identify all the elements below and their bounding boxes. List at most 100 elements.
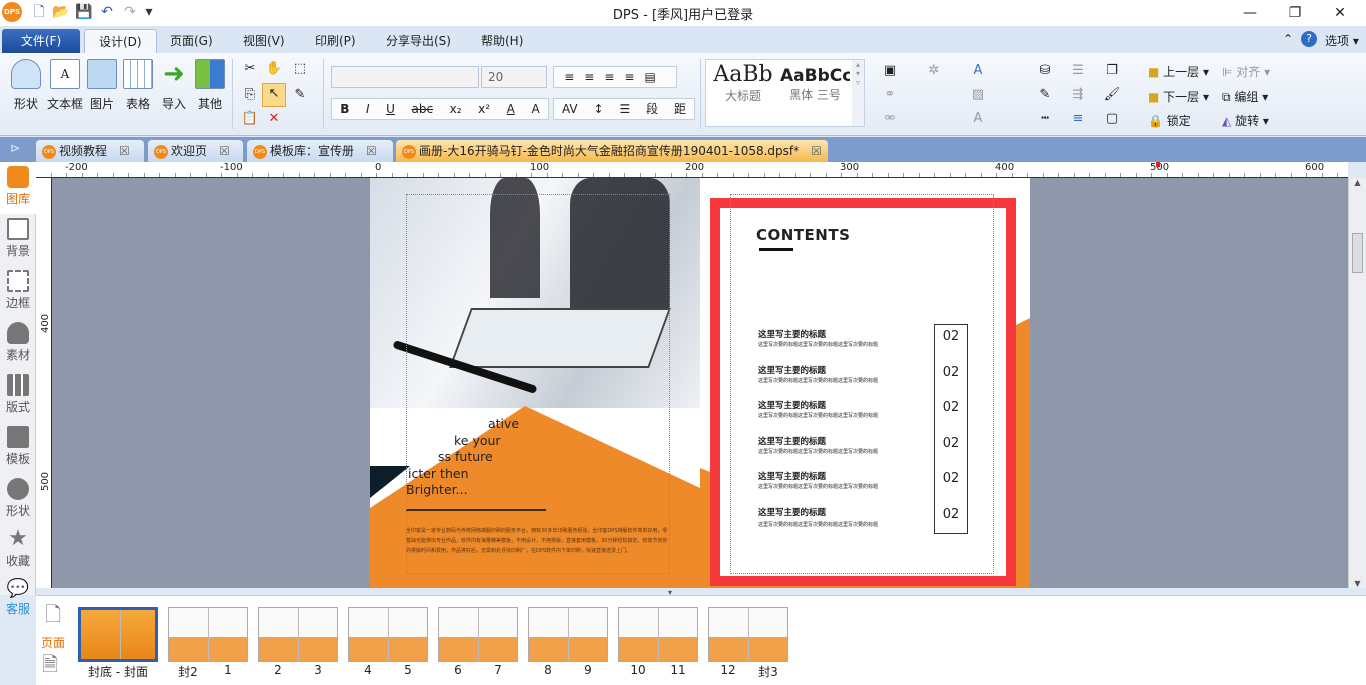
- minimize-button[interactable]: —: [1230, 2, 1270, 24]
- table-button[interactable]: 表格: [118, 59, 158, 112]
- line-dash-icon[interactable]: ┅: [1035, 109, 1055, 129]
- corner-icon[interactable]: ▢: [1102, 109, 1122, 129]
- sidebar-item-support[interactable]: 💬 客服: [0, 578, 36, 630]
- line-weight-icon[interactable]: ≡: [1068, 109, 1088, 129]
- copy-icon[interactable]: ⎘: [240, 85, 260, 105]
- line-spacing-icon[interactable]: ↕: [593, 99, 603, 119]
- shape-button[interactable]: 形状: [6, 59, 46, 112]
- sidebar-item-material[interactable]: 素材: [0, 318, 36, 370]
- style-heiti[interactable]: AaBbCc 黑体 三号: [780, 62, 850, 103]
- arrow-style-icon[interactable]: ⇶: [1068, 85, 1088, 105]
- paragraph-button[interactable]: 段: [646, 99, 658, 119]
- rotate-button[interactable]: ◭ 旋转 ▾: [1222, 112, 1269, 129]
- magic-wand-icon[interactable]: ✎: [290, 85, 310, 105]
- group-button[interactable]: ⧉ 编组 ▾: [1222, 88, 1268, 105]
- strikethrough-button[interactable]: abc: [412, 99, 434, 119]
- sidebar-item-background[interactable]: 背景: [0, 214, 36, 266]
- right-page[interactable]: CONTENTS 这里写主要的标题 这里写次要的标题这里写次要的标题这里写次要的…: [700, 178, 1030, 588]
- sidebar-item-gallery[interactable]: 图库: [0, 162, 36, 214]
- paste-icon[interactable]: 📋: [240, 109, 260, 129]
- pages-tab[interactable]: 🗋 页面: [38, 600, 68, 651]
- font-name-select[interactable]: [331, 66, 479, 88]
- hand-tool-icon[interactable]: ✋: [264, 59, 284, 79]
- text-shadow-icon[interactable]: A: [968, 109, 988, 129]
- char-spacing-button[interactable]: AV: [562, 99, 578, 119]
- other-button[interactable]: 其他: [190, 59, 230, 112]
- send-backward-button[interactable]: ■ 下一层 ▾: [1148, 88, 1209, 105]
- superscript-button[interactable]: x²: [478, 99, 490, 119]
- font-size-select[interactable]: 20: [481, 66, 547, 88]
- cut-icon[interactable]: ✂: [240, 59, 260, 79]
- doc-tab-template[interactable]: DPS 模板库：宣传册 ☒: [247, 140, 393, 162]
- doc-tab-brochure[interactable]: DPS 画册-大16开骑马钉-金色时尚大气金融招商宣传册190401-1058.d…: [396, 140, 828, 162]
- scroll-thumb[interactable]: [1352, 233, 1363, 273]
- page-thumbnail[interactable]: [348, 607, 428, 662]
- fill-color-icon[interactable]: ⛁: [1035, 61, 1055, 81]
- link-icon[interactable]: ⚭: [880, 85, 900, 105]
- lock-button[interactable]: 🔒 锁定: [1148, 112, 1191, 129]
- sidebar-item-shape[interactable]: 形状: [0, 474, 36, 526]
- canvas[interactable]: ative ke your ss future icter then Brigh…: [52, 178, 1348, 588]
- delete-icon[interactable]: ✕: [264, 109, 284, 129]
- highlight-button[interactable]: A: [531, 99, 539, 119]
- sidebar-item-template[interactable]: 模板: [0, 422, 36, 474]
- gallery-scroll[interactable]: ▴ ▾ ▿: [852, 60, 864, 126]
- bold-button[interactable]: B: [340, 99, 349, 119]
- page-thumbnail[interactable]: [528, 607, 608, 662]
- page-thumbnail[interactable]: [708, 607, 788, 662]
- tab-share-export[interactable]: 分享导出(S): [372, 29, 465, 53]
- style-gallery[interactable]: AaBb 大标题 AaBbCc 黑体 三号 ▴ ▾ ▿: [705, 59, 865, 127]
- panel-toggle-icon[interactable]: ⊳: [10, 141, 20, 155]
- indent-icon[interactable]: ☰: [1068, 61, 1088, 81]
- tab-view[interactable]: 视图(V): [229, 29, 299, 53]
- sidebar-item-border[interactable]: 边框: [0, 266, 36, 318]
- italic-button[interactable]: I: [366, 99, 370, 119]
- underline-button[interactable]: U: [386, 99, 395, 119]
- crop-icon[interactable]: ⬚: [290, 59, 310, 79]
- close-tab-icon[interactable]: ☒: [811, 144, 822, 158]
- select-tool-icon[interactable]: ↖: [262, 83, 286, 107]
- list-icon[interactable]: ☰: [619, 99, 630, 119]
- page-thumbnail[interactable]: [438, 607, 518, 662]
- page-thumbnail[interactable]: [168, 607, 248, 662]
- tab-page[interactable]: 页面(G): [156, 29, 227, 53]
- textbox-button[interactable]: A 文本框: [44, 59, 86, 112]
- close-button[interactable]: ✕: [1320, 2, 1360, 24]
- tab-print[interactable]: 印刷(P): [301, 29, 370, 53]
- alignment-group[interactable]: ≡≡≡≡▤: [553, 66, 677, 88]
- spacing-button[interactable]: 距: [674, 99, 686, 119]
- scroll-down-icon[interactable]: ▼: [1349, 579, 1366, 588]
- page-thumbnail[interactable]: [618, 607, 698, 662]
- menu-file[interactable]: 文件(F): [2, 29, 80, 53]
- font-color-button[interactable]: A: [507, 99, 515, 119]
- line-color-icon[interactable]: ✎: [1035, 85, 1055, 105]
- sidebar-item-favorites[interactable]: ★ 收藏: [0, 526, 36, 578]
- close-tab-icon[interactable]: ☒: [219, 144, 230, 158]
- subscript-button[interactable]: x₂: [450, 99, 462, 119]
- doc-tab-welcome[interactable]: DPS 欢迎页 ☒: [148, 140, 243, 162]
- import-button[interactable]: ➜ 导入: [154, 59, 194, 112]
- format-painter-icon[interactable]: 🖌: [1102, 85, 1122, 105]
- unlink-icon[interactable]: ⚮: [880, 109, 900, 129]
- close-tab-icon[interactable]: ☒: [366, 144, 377, 158]
- options-button[interactable]: 选项 ▾: [1325, 32, 1359, 49]
- gear-effect-icon[interactable]: ✲: [924, 61, 944, 81]
- page-thumbnail[interactable]: [258, 607, 338, 662]
- vertical-scrollbar[interactable]: ▲ ▼: [1348, 178, 1366, 588]
- layout-icon[interactable]: 🗎: [42, 650, 58, 684]
- text-outline-icon[interactable]: ▨: [968, 85, 988, 105]
- align-button[interactable]: ⊫ 对齐 ▾: [1222, 63, 1270, 80]
- tab-help[interactable]: 帮助(H): [467, 29, 537, 53]
- maximize-button[interactable]: ❐: [1275, 2, 1315, 24]
- text-effect-icon[interactable]: A: [968, 61, 988, 81]
- bring-forward-button[interactable]: ■ 上一层 ▾: [1148, 63, 1209, 80]
- scroll-up-icon[interactable]: ▲: [1349, 178, 1366, 187]
- close-tab-icon[interactable]: ☒: [119, 144, 130, 158]
- shadow-icon[interactable]: ❐: [1102, 61, 1122, 81]
- page-thumbnail[interactable]: [78, 607, 158, 662]
- image-button[interactable]: 图片: [82, 59, 122, 112]
- style-title[interactable]: AaBb 大标题: [708, 62, 778, 104]
- frame-icon[interactable]: ▣: [880, 61, 900, 81]
- doc-tab-video[interactable]: DPS 视频教程 ☒: [36, 140, 144, 162]
- sidebar-item-layout[interactable]: 版式: [0, 370, 36, 422]
